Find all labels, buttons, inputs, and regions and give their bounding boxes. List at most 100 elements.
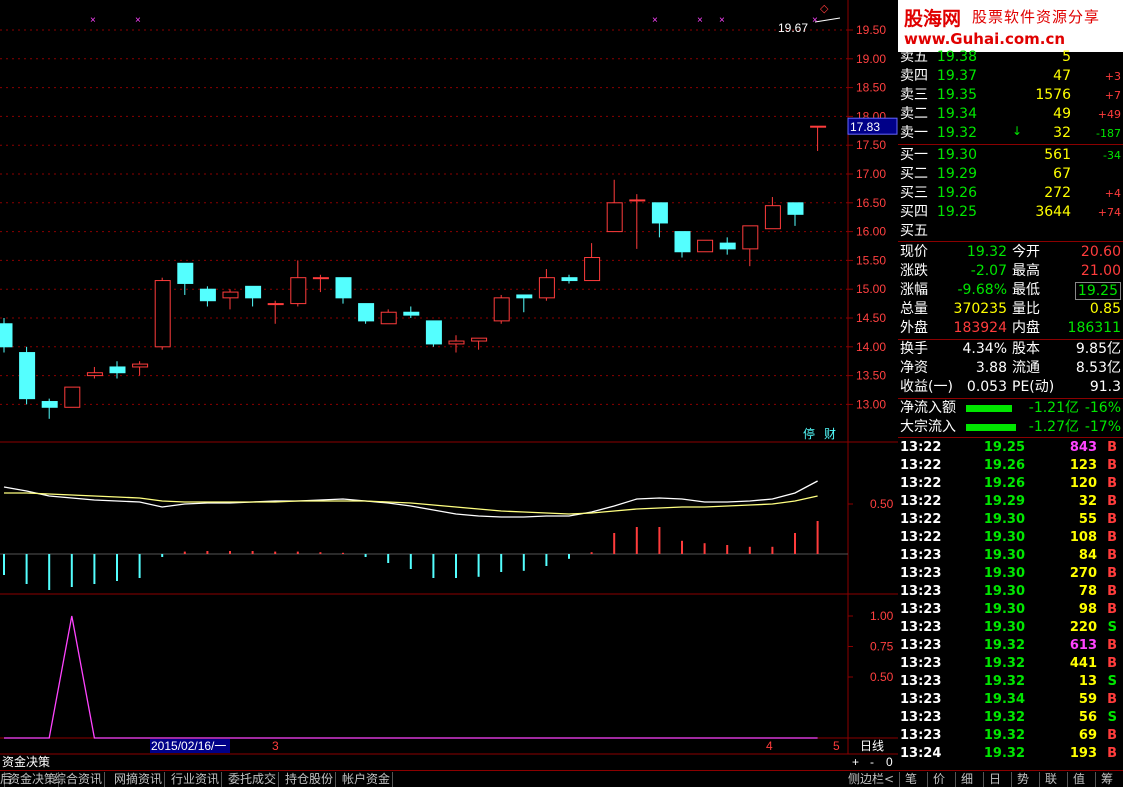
candle-body [787, 202, 804, 215]
right-tab[interactable]: 笔 [899, 772, 922, 787]
trade-time: 13:23 [900, 674, 942, 689]
right-tab[interactable]: 价 [927, 772, 950, 787]
value-xianjia: 19.32 [966, 244, 1007, 260]
candle-body [335, 277, 352, 299]
candle-body [267, 303, 284, 306]
month-marker: 4 [766, 739, 773, 753]
right-tab[interactable]: 值 [1067, 772, 1090, 787]
trade-row: 13:23 19.32 69 B [898, 727, 1123, 745]
level-change: +3 [1104, 70, 1121, 83]
right-tab[interactable]: 细 [955, 772, 978, 787]
value-jinkai: 20.60 [1080, 244, 1121, 260]
level-label: 卖三 [900, 87, 928, 103]
right-tab[interactable]: 联 [1039, 772, 1062, 787]
trade-volume: 220 [1069, 620, 1097, 635]
trade-volume: 123 [1069, 458, 1097, 473]
trade-row: 13:22 19.30 55 B [898, 511, 1123, 529]
trade-row: 13:22 19.26 120 B [898, 475, 1123, 493]
bid-row[interactable]: 买四 19.25 3644 +74 [898, 203, 1123, 222]
level-change: +4 [1104, 187, 1121, 200]
value-zhangdie: -2.07 [970, 263, 1007, 279]
trade-time: 13:23 [900, 548, 942, 563]
signal-marker: × [90, 15, 96, 26]
value-pe: 91.3 [1089, 379, 1121, 395]
price-tick-label: 15.50 [856, 253, 886, 267]
level-change: +49 [1097, 108, 1121, 121]
right-tab[interactable]: 日 [983, 772, 1006, 787]
trade-price: 19.30 [983, 548, 1025, 563]
side-toggle-button[interactable]: 侧边栏< [846, 772, 896, 787]
value-zuigao: 21.00 [1080, 263, 1121, 279]
signal-marker: × [652, 15, 658, 26]
trade-side: B [1107, 602, 1117, 617]
trade-price: 19.26 [983, 476, 1025, 491]
bottom-tab[interactable]: 网摘资讯 [112, 772, 166, 787]
kline-chart[interactable]: 19.5019.0018.5018.0017.5017.0016.5016.00… [0, 0, 898, 770]
trade-price: 19.30 [983, 620, 1025, 635]
bottom-tab[interactable]: 委托成交 [226, 772, 280, 787]
ask-row[interactable]: 卖五 19.38 5 [898, 48, 1123, 67]
trade-price: 19.32 [983, 728, 1025, 743]
diff-line [3, 480, 818, 518]
price-tick-label: 16.00 [856, 225, 886, 239]
trade-side: B [1107, 692, 1117, 707]
level-label: 卖一 [900, 125, 928, 141]
ask-row[interactable]: 卖三 19.35 1576 +7 [898, 86, 1123, 105]
trade-price: 19.30 [983, 566, 1025, 581]
trade-price: 19.34 [983, 692, 1025, 707]
price-tick-label: 19.50 [856, 23, 886, 37]
price-tick-label: 13.00 [856, 397, 886, 411]
bottom-tab[interactable]: 帐户资金 [340, 772, 394, 787]
trade-side: S [1107, 620, 1117, 635]
trade-ticks[interactable]: 13:22 19.25 843 B 13:22 19.26 123 B 13:22 19.26 12… [898, 439, 1123, 769]
trade-row: 13:22 19.29 32 B [898, 493, 1123, 511]
candle-body [764, 205, 781, 230]
ask-row[interactable]: 卖一 19.32 32 -187 [898, 124, 1123, 143]
level-label: 卖二 [900, 106, 928, 122]
value-zhangfu: -9.68% [957, 282, 1007, 298]
trade-price: 19.32 [983, 656, 1025, 671]
flow-panel: 净流入额 -1.21亿 -16% 大宗流入 -1.27亿 -17% [898, 399, 1123, 437]
trade-side: B [1107, 458, 1117, 473]
bottom-tab[interactable]: 行业资讯 [169, 772, 223, 787]
trade-side: B [1107, 566, 1117, 581]
high-price-label: 19.67 [778, 21, 808, 35]
bottom-tab[interactable]: 综合资讯 [52, 772, 106, 787]
candle-body [312, 277, 329, 280]
level-price: 19.35 [936, 87, 977, 103]
bid-row[interactable]: 买一 19.30 561 -34 [898, 146, 1123, 165]
label-jinkai: 今开 [1012, 244, 1040, 260]
candle-body [154, 280, 171, 348]
right-tab[interactable]: 筹 [1095, 772, 1118, 787]
bid-row[interactable]: 买五 [898, 222, 1123, 241]
trade-time: 13:23 [900, 728, 942, 743]
level-volume: 67 [1053, 166, 1071, 182]
candle-body [0, 323, 13, 348]
right-tab[interactable]: 势 [1011, 772, 1034, 787]
candle-body [606, 202, 623, 233]
zoom-value: 0 [886, 755, 893, 769]
bid-row[interactable]: 买二 19.29 67 [898, 165, 1123, 184]
price-tick-label: 17.50 [856, 138, 886, 152]
price-tick-label: 19.00 [856, 52, 886, 66]
value-huanshou: 4.34% [962, 341, 1007, 357]
ask-row[interactable]: 卖二 19.34 49 +49 [898, 105, 1123, 124]
level-change: +7 [1104, 89, 1121, 102]
candle-body [86, 372, 103, 377]
ask-row[interactable]: 卖四 19.37 47 +3 [898, 67, 1123, 86]
trade-side: B [1107, 512, 1117, 527]
level-volume: 272 [1044, 185, 1071, 201]
bid-row[interactable]: 买三 19.26 272 +4 [898, 184, 1123, 203]
candle-body [245, 285, 262, 299]
price-tick-label: 13.50 [856, 369, 886, 383]
label-zhangdie: 涨跌 [900, 263, 928, 279]
price-tick-label: 18.50 [856, 81, 886, 95]
label-xianjia: 现价 [900, 244, 928, 260]
value-block-inflow: -1.27亿 [1028, 419, 1079, 435]
level-price: 19.30 [936, 147, 977, 163]
trade-side: B [1107, 548, 1117, 563]
candle-body [358, 303, 375, 322]
trade-volume: 84 [1078, 548, 1097, 563]
tab-prefix[interactable]: 后 [0, 772, 12, 787]
bottom-tab[interactable]: 持仓股份 [283, 772, 337, 787]
